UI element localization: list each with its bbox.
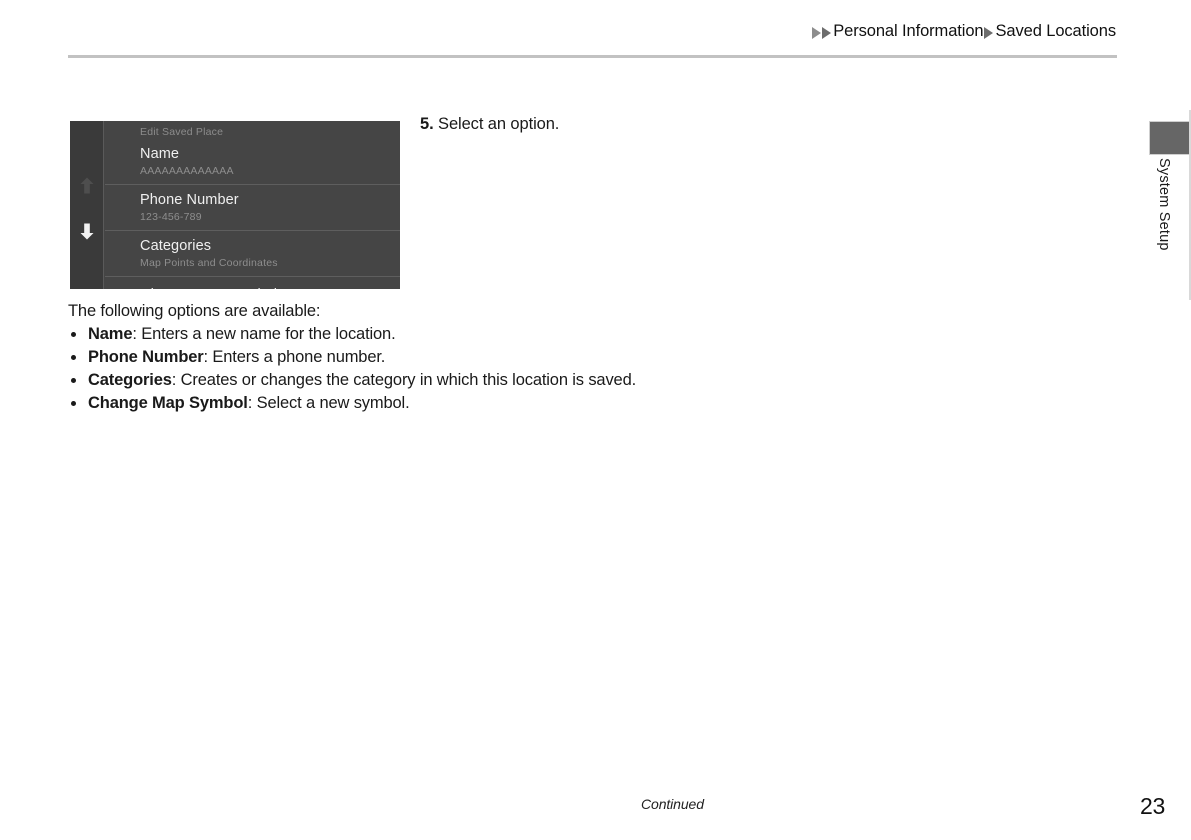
nav-row[interactable]: Categories Map Points and Coordinates <box>105 231 400 277</box>
option-term: Change Map Symbol <box>88 394 248 412</box>
bullet-icon <box>71 355 76 360</box>
edit-saved-place-list: Edit Saved Place Name AAAAAAAAAAAAA Phon… <box>104 121 400 289</box>
scroll-down-arrow-icon[interactable] <box>79 223 94 240</box>
bullet-icon <box>71 401 76 406</box>
nav-row[interactable]: Change Map Symbol <box>105 277 400 289</box>
nav-row-value: 123-456-789 <box>140 211 202 223</box>
list-item: Name: Enters a new name for the location… <box>68 323 928 346</box>
nav-row-label: Name <box>140 146 180 162</box>
page-number: 23 <box>1140 793 1165 819</box>
nav-row[interactable]: Phone Number 123-456-789 <box>105 185 400 231</box>
step-number: 5. <box>420 115 434 133</box>
nav-row-value: Map Points and Coordinates <box>140 257 278 269</box>
nav-row-value: AAAAAAAAAAAAA <box>140 165 234 177</box>
continued-label: Continued <box>641 796 704 812</box>
nav-row-label: Categories <box>140 238 212 254</box>
breadcrumb-arrow-second-icon <box>822 26 832 39</box>
nav-scroll-column[interactable] <box>70 121 104 289</box>
nav-row[interactable]: Name AAAAAAAAAAAAA <box>105 139 400 185</box>
scroll-up-arrow-icon[interactable] <box>79 177 94 194</box>
options-intro: The following options are available: <box>68 302 321 320</box>
option-desc: : Enters a phone number. <box>203 348 386 366</box>
option-term: Categories <box>88 371 172 389</box>
breadcrumb: Personal Information Saved Locations <box>812 22 1117 41</box>
section-tab-marker <box>1149 121 1191 155</box>
breadcrumb-level-2: Saved Locations <box>995 22 1116 40</box>
option-desc: : Select a new symbol. <box>247 394 410 412</box>
list-item: Change Map Symbol: Select a new symbol. <box>68 392 928 415</box>
step-text: Select an option. <box>438 115 560 133</box>
list-item: Phone Number: Enters a phone number. <box>68 346 928 369</box>
bullet-icon <box>71 332 76 337</box>
breadcrumb-arrow-third-icon <box>984 26 994 39</box>
option-term: Phone Number <box>88 348 204 366</box>
navigation-screenshot: Edit Saved Place Name AAAAAAAAAAAAA Phon… <box>70 121 400 289</box>
section-tab-label: System Setup <box>1156 158 1172 251</box>
options-list: Name: Enters a new name for the location… <box>68 323 928 415</box>
option-term: Name <box>88 325 133 343</box>
option-desc: : Creates or changes the category in whi… <box>171 371 637 389</box>
options-description: The following options are available: Nam… <box>68 300 928 415</box>
header-divider <box>68 55 1117 58</box>
nav-row-label: Phone Number <box>140 192 239 208</box>
list-item: Categories: Creates or changes the categ… <box>68 369 928 392</box>
nav-row-label: Change Map Symbol <box>140 286 400 289</box>
bullet-icon <box>71 378 76 383</box>
option-desc: : Enters a new name for the location. <box>132 325 396 343</box>
breadcrumb-arrow-first-icon <box>812 26 822 39</box>
breadcrumb-level-1: Personal Information <box>833 22 984 40</box>
step-instruction: 5. Select an option. <box>420 115 559 134</box>
nav-screen-title: Edit Saved Place <box>140 126 224 138</box>
